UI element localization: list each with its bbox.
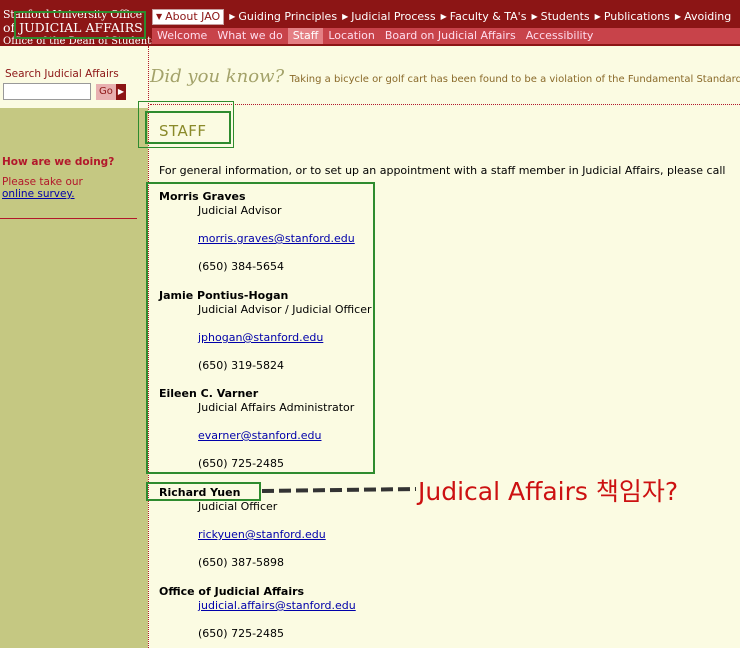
- primary-nav: ▼ About JAO ▶ Guiding Principles ▶ Judicial…: [152, 8, 736, 26]
- staff-email-link[interactable]: rickyuen@stanford.edu: [198, 528, 326, 542]
- arrow-right-icon: ▶: [115, 84, 127, 100]
- staff-phone: (650) 725-2485: [198, 627, 285, 640]
- search-panel: Search Judicial Affairs Go ▶: [0, 46, 148, 108]
- secondary-nav: Welcome What we do Staff Location Board …: [152, 28, 740, 44]
- arrow-right-icon: ▶: [229, 12, 236, 21]
- subnav-board[interactable]: Board on Judicial Affairs: [380, 28, 521, 44]
- go-button[interactable]: Go ▶: [96, 84, 130, 100]
- sidebar: Search Judicial Affairs Go ▶ How are we …: [0, 46, 148, 648]
- arrow-right-icon: ▶: [440, 12, 447, 21]
- intro-text: For general information, or to set up an…: [159, 164, 726, 177]
- annotation-box-yuen: [146, 482, 261, 501]
- arrow-right-icon: ▶: [674, 12, 682, 21]
- arrow-right-icon: ▶: [342, 12, 349, 21]
- survey-text: Please take our online survey.: [2, 176, 83, 200]
- did-you-know-banner: Did you know? Taking a bicycle or golf c…: [150, 66, 740, 96]
- arrow-right-icon: ▶: [594, 12, 601, 21]
- nav-about-jao[interactable]: ▼ About JAO: [152, 9, 225, 25]
- staff-role: Judicial Officer: [198, 500, 278, 513]
- nav-faculty-tas[interactable]: ▶ Faculty & TA's: [441, 8, 532, 26]
- divider: [150, 104, 740, 105]
- online-survey-link[interactable]: online survey.: [2, 188, 75, 200]
- subnav-staff[interactable]: Staff: [287, 28, 324, 44]
- search-label: Search Judicial Affairs: [5, 68, 119, 80]
- subnav-location[interactable]: Location: [323, 28, 380, 44]
- did-you-know-title: Did you know?: [150, 66, 285, 87]
- nav-judicial-process[interactable]: ▶ Judicial Process: [342, 8, 441, 26]
- dropdown-arrow-icon: ▼: [156, 12, 163, 21]
- go-button-label: Go: [96, 84, 116, 100]
- subnav-accessibility[interactable]: Accessibility: [521, 28, 599, 44]
- nav-publications[interactable]: ▶ Publications: [595, 8, 675, 26]
- annotation-box-logo: [14, 11, 146, 39]
- staff-email-link[interactable]: judicial.affairs@stanford.edu: [198, 599, 356, 613]
- staff-name: Office of Judicial Affairs: [159, 585, 305, 598]
- annotation-arrow: [261, 487, 417, 493]
- search-input[interactable]: [3, 83, 91, 100]
- nav-avoiding[interactable]: ▶ Avoiding: [675, 8, 736, 26]
- annotation-text: Judical Affairs 책임자?: [418, 477, 679, 506]
- survey-title: How are we doing?: [2, 156, 115, 168]
- subnav-welcome[interactable]: Welcome: [152, 28, 212, 44]
- staff-entry: Office of Judicial Affairs judicial.affa…: [159, 585, 356, 641]
- divider: [0, 218, 137, 219]
- nav-students[interactable]: ▶ Students: [531, 8, 594, 26]
- header-bar: Stanford University Office of JUDICIAL A…: [0, 0, 740, 47]
- nav-guiding-principles[interactable]: ▶ Guiding Principles: [229, 8, 342, 26]
- arrow-right-icon: ▶: [531, 12, 538, 21]
- annotation-box-staff-group: [146, 182, 375, 474]
- staff-phone: (650) 387-5898: [198, 556, 285, 569]
- did-you-know-text: Taking a bicycle or golf cart has been f…: [289, 74, 740, 85]
- subnav-what-we-do[interactable]: What we do: [212, 28, 287, 44]
- annotation-box-title-inner: [145, 111, 231, 144]
